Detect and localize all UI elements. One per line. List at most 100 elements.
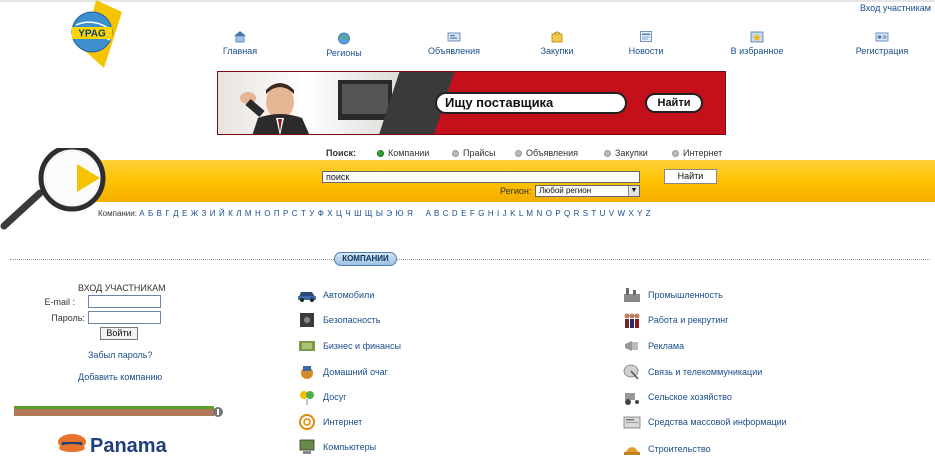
category-advertising[interactable]: Реклама: [622, 338, 684, 354]
nav-news-label: Новости: [628, 46, 664, 56]
news-icon: [640, 31, 652, 42]
panama-logo[interactable]: Panama: [56, 428, 176, 460]
region-label: Регион:: [500, 186, 532, 196]
alphabet-label: Компании:: [98, 209, 137, 218]
nav-ads-label: Объявления: [427, 46, 481, 56]
login-button[interactable]: Войти: [100, 327, 138, 340]
category-label: Связь и телекоммуникации: [648, 367, 763, 377]
radio-icon: [515, 150, 522, 157]
nav-favorites-label: В избранное: [730, 46, 784, 56]
search-tab-ads[interactable]: Объявления: [515, 148, 578, 158]
radio-icon: [672, 150, 679, 157]
ads-icon: [447, 32, 461, 42]
category-label: Интернет: [323, 417, 363, 427]
search-tab-internet[interactable]: Интернет: [672, 148, 722, 158]
category-label: Досуг: [323, 392, 347, 402]
category-leisure[interactable]: Досуг: [297, 389, 346, 405]
supplier-search-banner[interactable]: Ищу поставщика Найти: [217, 71, 726, 135]
satellite-icon: [623, 364, 639, 380]
category-telecom[interactable]: Связь и телекоммуникации: [622, 364, 762, 380]
search-tab-label: Закупки: [615, 148, 648, 158]
search-tab-prices[interactable]: Прайсы: [452, 148, 495, 158]
banner-find-button[interactable]: Найти: [645, 93, 703, 113]
media-icon: [623, 416, 641, 429]
search-tab-label: Компании: [388, 148, 430, 158]
category-industry[interactable]: Промышленность: [622, 287, 723, 303]
people-icon: [624, 313, 640, 328]
email-field[interactable]: [88, 295, 161, 308]
top-border: [0, 0, 935, 2]
chevron-down-icon[interactable]: ▼: [628, 186, 639, 196]
category-label: Промышленность: [648, 290, 723, 300]
search-tab-companies[interactable]: Компании: [377, 148, 429, 158]
ad-grass-strip: [14, 406, 223, 417]
region-value: Любой регион: [539, 186, 592, 195]
purchases-icon: [551, 31, 563, 43]
login-title: ВХОД УЧАСТНИКАМ: [78, 283, 166, 293]
logo-text: YPAG: [78, 29, 106, 40]
money-icon: [299, 341, 315, 351]
magnifier-icon: [0, 148, 106, 230]
radio-selected-icon: [377, 150, 384, 157]
category-jobs[interactable]: Работа и рекрутинг: [622, 312, 728, 328]
banner-search-text: Ищу поставщика: [435, 92, 627, 114]
category-cars[interactable]: Автомобили: [297, 287, 374, 303]
category-label: Безопасность: [323, 315, 381, 325]
add-company-link[interactable]: Добавить компанию: [78, 372, 162, 382]
globe-icon: [338, 32, 350, 45]
category-label: Реклама: [648, 341, 685, 351]
category-label: Строительство: [648, 444, 711, 454]
nav-regions[interactable]: Регионы: [304, 32, 384, 58]
home-hearth-icon: [301, 366, 313, 379]
tractor-icon: [625, 393, 639, 405]
section-divider: [10, 259, 930, 260]
nav-ads[interactable]: Объявления: [414, 30, 494, 56]
computer-icon: [299, 439, 315, 454]
category-business[interactable]: Бизнес и финансы: [297, 338, 401, 354]
forgot-password-link[interactable]: Забыл пароль?: [88, 350, 152, 360]
password-label: Пароль:: [51, 313, 85, 323]
safe-icon: [300, 313, 314, 327]
panama-text: Panama: [90, 435, 168, 457]
category-media[interactable]: Средства массовой информации: [622, 414, 787, 430]
favorites-icon: [750, 31, 764, 43]
nav-news[interactable]: Новости: [606, 30, 686, 56]
login-link[interactable]: Вход участникам: [860, 3, 931, 13]
search-input[interactable]: поиск: [322, 171, 640, 183]
search-tab-label: Объявления: [526, 148, 579, 158]
nav-regions-label: Регионы: [326, 48, 362, 58]
category-computers[interactable]: Компьютеры: [297, 439, 376, 455]
search-tab-label: Интернет: [683, 148, 723, 158]
category-security[interactable]: Безопасность: [297, 312, 380, 328]
alphabet-en-links[interactable]: A B C D E F G H I J K L M N O P Q R S T …: [426, 209, 652, 218]
category-label: Автомобили: [323, 290, 375, 300]
at-sign-icon: [299, 414, 315, 430]
category-label: Работа и рекрутинг: [648, 315, 729, 325]
nav-purchases-label: Закупки: [540, 46, 574, 56]
car-icon: [298, 292, 316, 302]
alphabet-ru-links[interactable]: А Б В Г Д Е Ж З И Й К Л М Н О П Р С Т У …: [139, 209, 413, 218]
nav-purchases[interactable]: Закупки: [517, 30, 597, 56]
email-label: E-mail :: [44, 297, 75, 307]
ypag-logo[interactable]: YPAG: [66, 0, 122, 68]
registration-icon: [875, 32, 889, 42]
factory-icon: [624, 288, 640, 302]
section-title-companies: КОМПАНИИ: [334, 252, 397, 266]
nav-home[interactable]: Главная: [200, 30, 280, 56]
nav-favorites[interactable]: В избранное: [717, 30, 797, 56]
radio-icon: [604, 150, 611, 157]
category-home[interactable]: Домашний очаг: [297, 364, 388, 380]
category-construction[interactable]: Строительство: [622, 441, 711, 457]
category-label: Сельское хозяйство: [648, 392, 732, 402]
balloons-icon: [300, 391, 314, 405]
category-label: Бизнес и финансы: [323, 341, 401, 351]
category-label: Компьютеры: [323, 442, 377, 452]
category-internet[interactable]: Интернет: [297, 414, 362, 430]
search-button[interactable]: Найти: [664, 169, 717, 184]
search-tab-purchases[interactable]: Закупки: [604, 148, 648, 158]
construction-icon: [624, 447, 640, 455]
password-field[interactable]: [88, 311, 161, 324]
nav-registration[interactable]: Регистрация: [842, 30, 922, 56]
region-select[interactable]: Любой регион ▼: [535, 185, 640, 197]
category-agriculture[interactable]: Сельское хозяйство: [622, 389, 732, 405]
